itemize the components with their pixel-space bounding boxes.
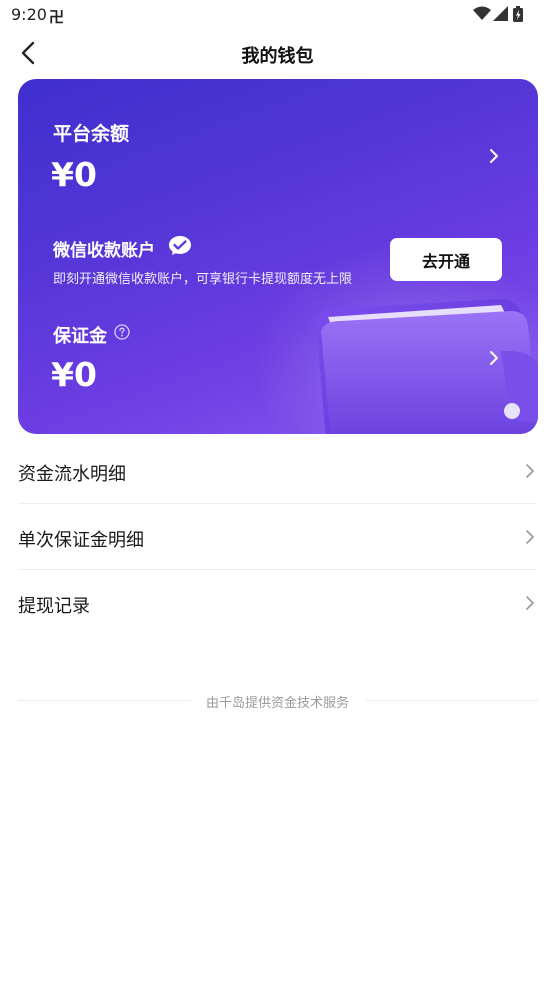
open-account-button[interactable]: 去开通 bbox=[390, 238, 502, 281]
footer-service-text: 由千岛提供资金技术服务 bbox=[205, 696, 349, 711]
deposit-chevron-icon[interactable] bbox=[487, 350, 501, 366]
status-icons bbox=[473, 6, 525, 22]
battery-charging-icon bbox=[513, 6, 523, 22]
menu-item-withdrawal-records[interactable]: 提现记录 bbox=[18, 570, 537, 636]
carrier-icon: 卍 bbox=[49, 8, 65, 26]
menu-item-fund-flow[interactable]: 资金流水明细 bbox=[18, 438, 537, 504]
menu-item-single-deposit[interactable]: 单次保证金明细 bbox=[18, 504, 537, 570]
wallet-illustration-icon bbox=[316, 298, 538, 434]
menu-list: 资金流水明细 单次保证金明细 提现记录 bbox=[0, 438, 555, 636]
footer-divider-right bbox=[366, 700, 538, 701]
balance-amount: ¥0 bbox=[51, 155, 97, 194]
chevron-right-icon bbox=[526, 464, 534, 478]
wechat-account-description: 即刻开通微信收款账户，可享银行卡提现额度无上限 bbox=[53, 272, 353, 287]
status-time: 9:20 bbox=[11, 5, 47, 24]
balance-label: 平台余额 bbox=[53, 123, 130, 145]
menu-item-label: 提现记录 bbox=[18, 596, 90, 617]
balance-chevron-icon[interactable] bbox=[487, 148, 501, 164]
chevron-right-icon bbox=[526, 596, 534, 610]
signal-icon bbox=[493, 6, 508, 21]
deposit-label: 保证金 bbox=[53, 326, 107, 347]
menu-item-label: 资金流水明细 bbox=[18, 464, 126, 485]
deposit-amount: ¥0 bbox=[51, 355, 97, 394]
wallet-card: 平台余额 ¥0 微信收款账户 即刻开通微信收款账户，可享银行卡提现额度无上限 去… bbox=[18, 79, 538, 434]
help-question-icon[interactable] bbox=[114, 324, 130, 340]
nav-bar: 我的钱包 bbox=[0, 30, 555, 78]
wechat-account-label: 微信收款账户 bbox=[53, 241, 155, 261]
chevron-right-icon bbox=[526, 530, 534, 544]
menu-item-label: 单次保证金明细 bbox=[18, 530, 144, 551]
status-bar: 9:20 卍 bbox=[0, 0, 555, 30]
page-title: 我的钱包 bbox=[241, 46, 314, 67]
wechat-pay-icon bbox=[169, 236, 191, 255]
wifi-icon bbox=[473, 6, 491, 20]
